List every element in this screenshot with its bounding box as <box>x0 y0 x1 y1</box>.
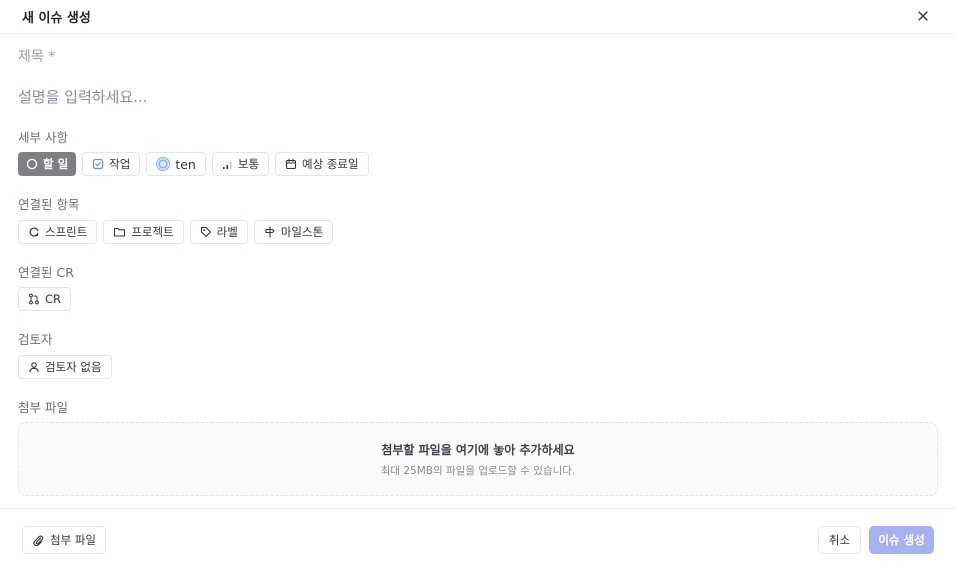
close-icon <box>918 11 928 21</box>
paperclip-icon <box>33 535 44 546</box>
signal-bars-icon <box>222 161 232 169</box>
cr-chip-label: CR <box>45 292 62 306</box>
reviewer-chip-label: 검토자 없음 <box>45 360 102 374</box>
pull-request-icon <box>29 293 39 305</box>
attach-file-button[interactable]: 첨부 파일 <box>22 526 106 554</box>
assignee-chip[interactable]: ten <box>146 152 206 176</box>
cancel-button[interactable]: 취소 <box>818 526 861 554</box>
priority-chip[interactable]: 보통 <box>211 152 270 176</box>
details-label: 세부 사항 <box>18 130 68 145</box>
reviewer-label: 검토자 <box>18 332 53 347</box>
details-row: 할 일 작업 ten 보통 예상 종료일 <box>18 152 369 176</box>
file-dropzone[interactable]: 첨부할 파일을 여기에 놓아 추가하세요 최대 25MB의 파일을 업로드할 수… <box>18 422 938 496</box>
dialog-footer: 첨부 파일 취소 이슈 생성 <box>0 508 957 568</box>
avatar <box>156 157 171 171</box>
reviewer-chip[interactable]: 검토자 없음 <box>18 355 112 379</box>
dialog-header: 새 이슈 생성 <box>0 0 957 34</box>
title-input[interactable] <box>18 46 918 68</box>
milestone-chip-label: 마일스톤 <box>280 225 324 239</box>
description-input[interactable] <box>18 86 918 110</box>
task-checkbox-icon <box>93 158 104 170</box>
dialog-title: 새 이슈 생성 <box>22 11 91 26</box>
milestone-chip[interactable]: 마일스톤 <box>253 220 334 244</box>
due-date-chip[interactable]: 예상 종료일 <box>275 152 369 176</box>
sprint-chip[interactable]: 스프린트 <box>18 220 98 244</box>
attachments-label: 첨부 파일 <box>18 400 68 415</box>
attach-file-button-label: 첨부 파일 <box>50 533 96 547</box>
close-button[interactable] <box>913 6 933 26</box>
project-chip-label: 프로젝트 <box>131 225 174 239</box>
assignee-chip-label: ten <box>175 156 196 172</box>
linked-cr-row: CR <box>18 287 72 311</box>
linked-items-label: 연결된 항목 <box>18 197 80 212</box>
sprint-icon <box>29 227 39 237</box>
linked-items-row: 스프린트 프로젝트 라벨 마일스톤 <box>18 220 334 244</box>
type-chip[interactable]: 작업 <box>82 152 141 176</box>
priority-chip-label: 보통 <box>237 157 260 171</box>
reviewer-row: 검토자 없음 <box>18 355 112 379</box>
dropzone-subtitle: 최대 25MB의 파일을 업로드할 수 있습니다. <box>380 465 576 477</box>
label-chip-label: 라벨 <box>216 225 238 239</box>
circle-icon <box>26 158 38 170</box>
due-date-chip-label: 예상 종료일 <box>302 157 359 171</box>
status-chip[interactable]: 할 일 <box>18 152 77 176</box>
milestone-icon <box>265 226 275 238</box>
tag-icon <box>200 226 211 238</box>
create-issue-button[interactable]: 이슈 생성 <box>869 526 934 554</box>
type-chip-label: 작업 <box>109 157 131 171</box>
cr-chip[interactable]: CR <box>18 287 72 311</box>
status-chip-label: 할 일 <box>43 157 69 171</box>
dropzone-title: 첨부할 파일을 여기에 놓아 추가하세요 <box>381 443 575 457</box>
folder-icon <box>114 227 126 237</box>
project-chip[interactable]: 프로젝트 <box>103 220 184 244</box>
sprint-chip-label: 스프린트 <box>45 225 88 239</box>
linked-cr-label: 연결된 CR <box>18 265 74 280</box>
user-icon <box>29 362 39 373</box>
calendar-icon <box>285 158 297 170</box>
label-chip[interactable]: 라벨 <box>189 220 248 244</box>
